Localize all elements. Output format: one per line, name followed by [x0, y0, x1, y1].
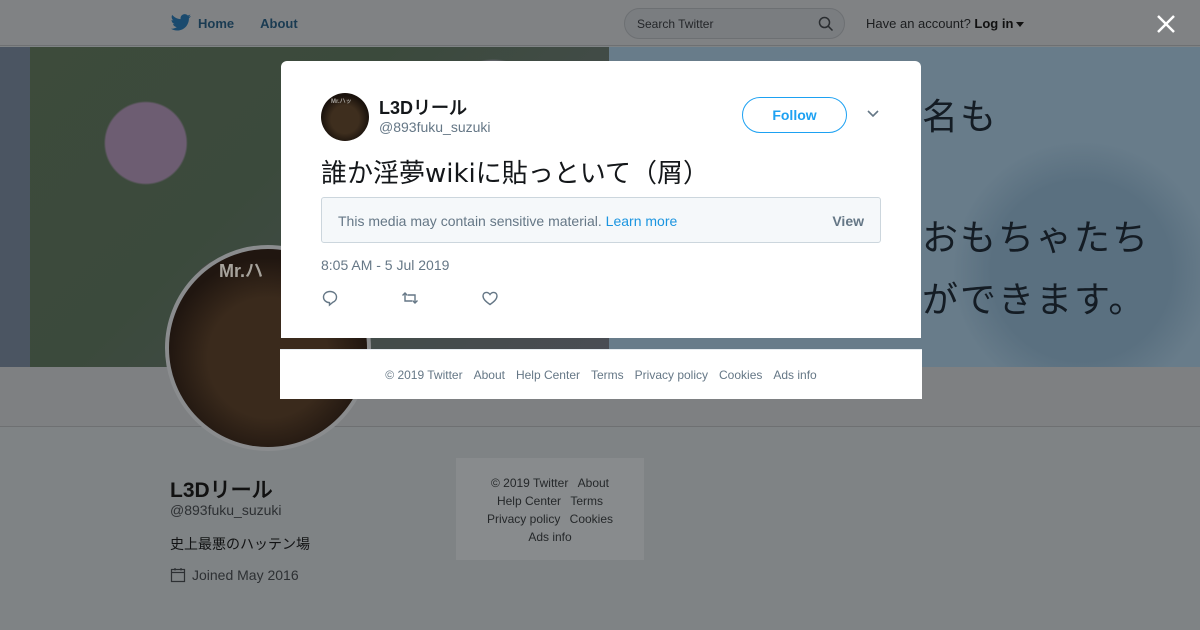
nav-left: Home About — [170, 0, 298, 46]
account-menu[interactable]: Have an account? Log in — [866, 16, 1025, 31]
footer-link-privacy[interactable]: Privacy policy — [487, 512, 560, 526]
search-placeholder: Search Twitter — [637, 17, 714, 31]
joined-date: Joined May 2016 — [192, 567, 299, 583]
modal-footer: © 2019 Twitter About Help Center Terms P… — [280, 349, 922, 399]
follow-button[interactable]: Follow — [742, 97, 847, 133]
sensitive-media-notice: This media may contain sensitive materia… — [321, 197, 881, 243]
learn-more-link[interactable]: Learn more — [606, 213, 678, 229]
like-icon[interactable] — [481, 289, 499, 307]
nav-home-link[interactable]: Home — [170, 14, 234, 32]
profile-handle[interactable]: @893fuku_suzuki — [170, 502, 282, 518]
login-link[interactable]: Log in — [974, 16, 1013, 31]
footer-link-cookies[interactable]: Cookies — [570, 512, 613, 526]
footer-link-terms[interactable]: Terms — [591, 368, 624, 382]
tweet-modal: Mr.ハッ L3Dリール @893fuku_suzuki Follow 誰か淫夢… — [281, 61, 921, 338]
avatar-text: Mr.ハッ — [331, 99, 352, 105]
banner-text-line: ができます。 — [922, 280, 1147, 321]
banner-text-line: おもちゃたち — [922, 218, 1151, 259]
chevron-down-icon[interactable] — [866, 109, 880, 119]
footer-link-privacy[interactable]: Privacy policy — [635, 368, 708, 382]
tweet-timestamp[interactable]: 8:05 AM - 5 Jul 2019 — [321, 257, 449, 273]
footer-link-ads[interactable]: Ads info — [773, 368, 816, 382]
reply-icon[interactable] — [321, 289, 339, 307]
chevron-down-icon — [1016, 22, 1025, 28]
profile-name[interactable]: L3Dリール — [170, 474, 273, 504]
tweet-author-handle[interactable]: @893fuku_suzuki — [379, 119, 491, 135]
view-media-button[interactable]: View — [832, 213, 864, 229]
account-prompt: Have an account? — [866, 16, 971, 31]
profile-bio: 史上最悪のハッテン場 — [170, 536, 310, 552]
footer-copyright: © 2019 Twitter — [490, 476, 569, 490]
nav-about-link[interactable]: About — [260, 16, 298, 31]
footer-link-help[interactable]: Help Center — [516, 368, 580, 382]
nav-home-label: Home — [198, 15, 235, 31]
sidebar-footer-card: © 2019 Twitter About Help Center Terms P… — [456, 458, 644, 560]
avatar-text: Mr.ハ — [219, 261, 264, 281]
close-icon[interactable] — [1154, 12, 1178, 36]
top-navigation-bar: Home About Search Twitter Have an accoun… — [0, 0, 1200, 46]
footer-link-ads[interactable]: Ads info — [528, 530, 571, 544]
sensitive-warning: This media may contain sensitive materia… — [338, 213, 602, 229]
footer-link-help[interactable]: Help Center — [497, 494, 561, 508]
retweet-icon[interactable] — [401, 289, 419, 307]
footer-link-about[interactable]: About — [474, 368, 505, 382]
nav-about-label: About — [260, 15, 298, 31]
tweet-actions — [321, 289, 499, 307]
footer-copyright: © 2019 Twitter — [385, 367, 463, 382]
footer-link-cookies[interactable]: Cookies — [719, 368, 762, 382]
tweet-text: 誰か淫夢wikiに貼っといて（屑） — [321, 159, 709, 189]
banner-text-line: 名も — [922, 97, 999, 138]
search-input[interactable]: Search Twitter — [624, 8, 845, 39]
calendar-icon — [170, 568, 186, 583]
tweet-author-name[interactable]: L3Dリール — [379, 94, 467, 120]
tweet-author-avatar[interactable]: Mr.ハッ — [321, 93, 369, 141]
footer-link-terms[interactable]: Terms — [570, 494, 603, 508]
search-icon[interactable] — [818, 16, 834, 32]
footer-link-about[interactable]: About — [578, 476, 609, 490]
twitter-bird-icon — [170, 14, 191, 31]
sensitive-notice-text: This media may contain sensitive materia… — [338, 213, 677, 229]
profile-joined: Joined May 2016 — [170, 567, 299, 583]
